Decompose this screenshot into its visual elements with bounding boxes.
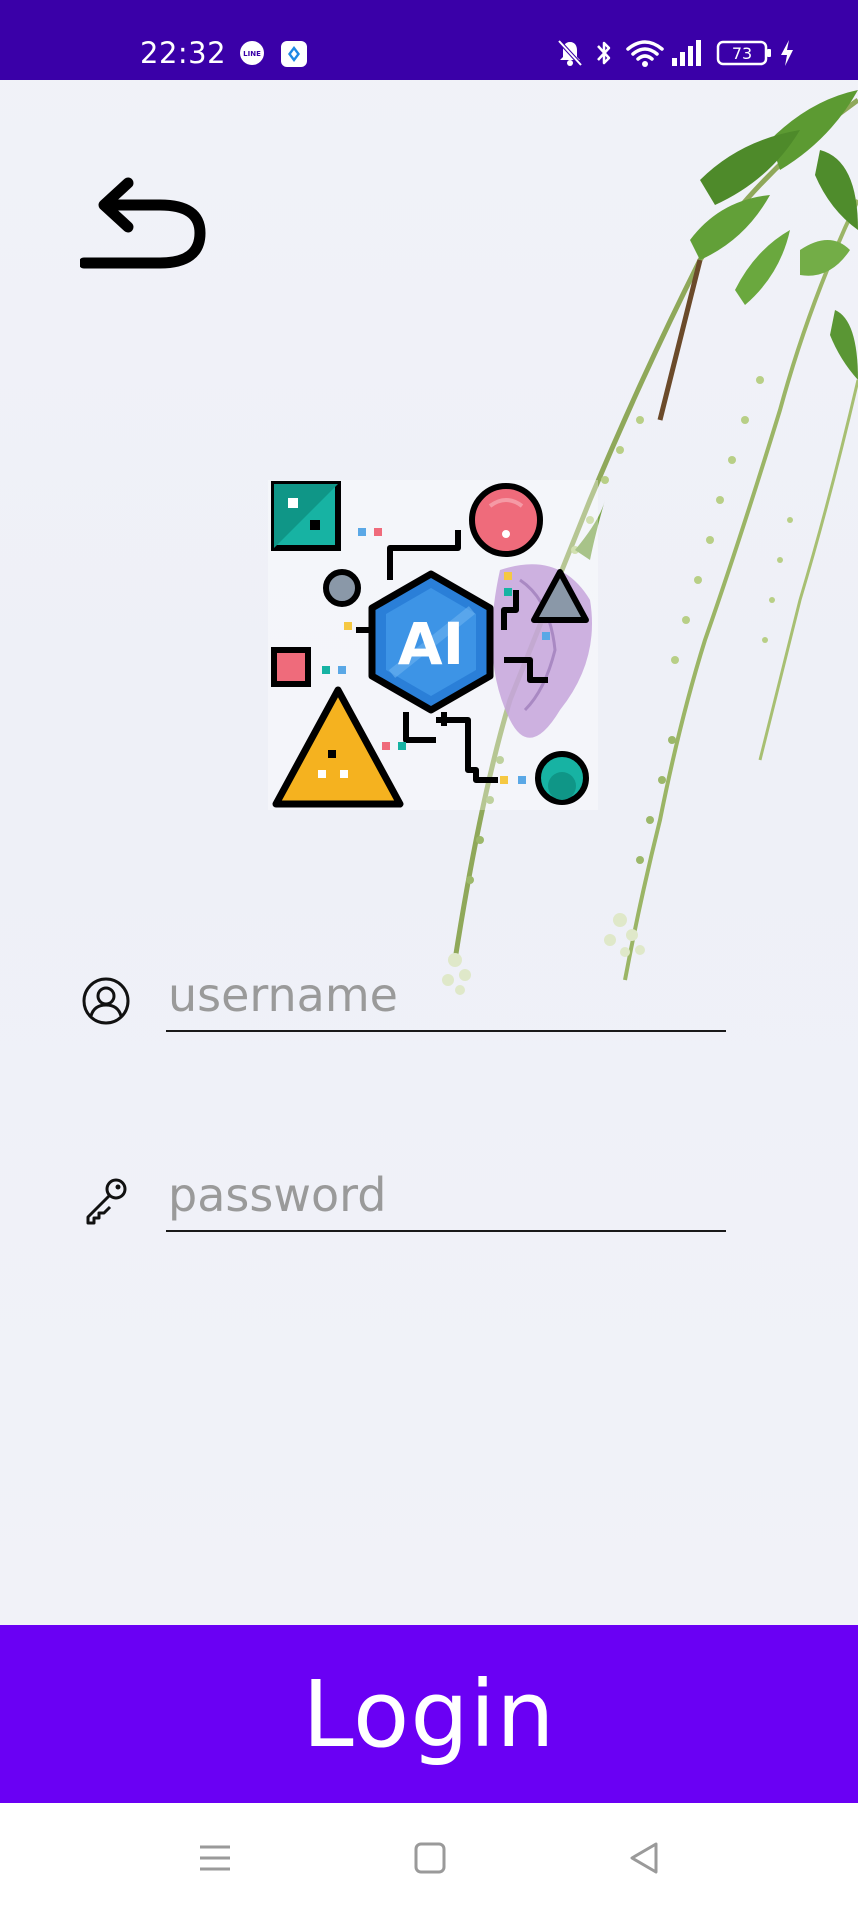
svg-text:LINE: LINE	[243, 50, 261, 58]
mute-bell-icon	[557, 39, 583, 67]
password-input[interactable]	[166, 1160, 726, 1232]
status-time: 22:32	[140, 36, 227, 70]
key-icon	[86, 1178, 127, 1225]
signal-icon	[672, 40, 701, 66]
login-button[interactable]: Login	[0, 1625, 858, 1803]
battery-level: 73	[732, 44, 752, 63]
menu-icon[interactable]	[190, 1833, 240, 1883]
password-row	[70, 1160, 730, 1240]
back-arrow-icon[interactable]	[80, 175, 208, 275]
navigation-bar	[0, 1803, 858, 1907]
login-screen: 22:32 LINE 73 AI username Login	[0, 0, 858, 1907]
battery-icon: 73	[716, 40, 771, 66]
status-bar: 22:32 LINE 73	[0, 0, 858, 80]
home-icon[interactable]	[405, 1833, 455, 1883]
ai-logo-text: AI	[398, 610, 464, 678]
app-notification-icon	[281, 41, 307, 67]
username-row	[70, 960, 730, 1040]
background-flower-image	[442, 90, 858, 995]
ai-logo-icon: AI	[268, 480, 598, 810]
back-triangle-icon[interactable]	[620, 1833, 670, 1883]
username-input[interactable]	[166, 960, 726, 1032]
charging-icon	[781, 40, 793, 66]
wifi-icon	[626, 40, 664, 67]
user-circle-icon	[82, 977, 130, 1025]
bluetooth-icon	[597, 41, 611, 65]
line-app-icon: LINE	[240, 41, 264, 65]
